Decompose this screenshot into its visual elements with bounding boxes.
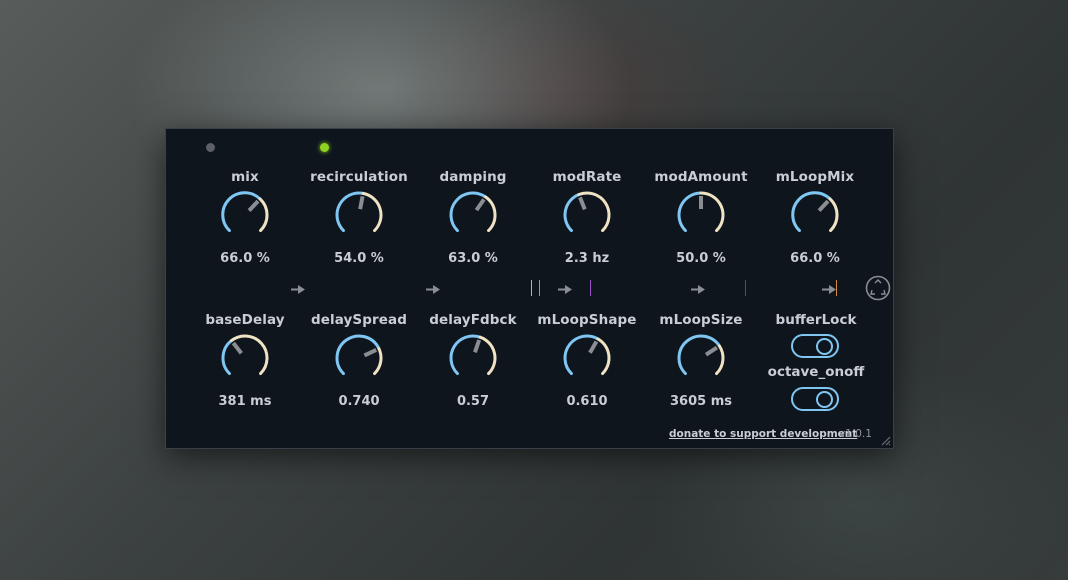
arrow-right-icon (426, 285, 440, 294)
marker-tick (590, 280, 591, 296)
knob-dial[interactable] (447, 189, 499, 241)
arrow-right-icon (822, 285, 836, 294)
octave-onoff-toggle[interactable] (791, 387, 839, 411)
knob-dial[interactable] (561, 189, 613, 241)
knob-value: 50.0 % (676, 251, 726, 266)
knob-pointer (363, 348, 378, 358)
knob-modamount[interactable]: modAmount 50.0 % (651, 169, 751, 279)
status-led-on (320, 143, 329, 152)
knob-dial[interactable] (447, 332, 499, 384)
knob-dial[interactable] (219, 332, 271, 384)
knob-label: delaySpread (310, 312, 407, 328)
knob-pointer (588, 340, 599, 354)
knob-mloopshape[interactable]: mLoopShape 0.610 (537, 312, 637, 422)
knob-dial[interactable] (333, 189, 385, 241)
knob-dial[interactable] (333, 332, 385, 384)
knob-pointer (578, 196, 587, 211)
knob-mloopsize[interactable]: mLoopSize 3605 ms (651, 312, 751, 422)
knob-value: 0.57 (456, 394, 490, 409)
knob-label: delayFdbck (429, 312, 517, 328)
knob-arc-inactive (577, 191, 611, 233)
knob-arc-inactive (596, 337, 611, 376)
knob-arc-active (335, 191, 365, 233)
knob-label: recirculation (310, 169, 408, 185)
knob-arc-active (563, 334, 600, 376)
knob-label: damping (439, 169, 507, 185)
knob-arc-inactive (258, 197, 269, 233)
knob-value: 63.0 % (448, 251, 498, 266)
knob-pointer (474, 198, 486, 212)
knob-label: mLoopMix (775, 169, 855, 185)
knob-pointer (817, 199, 830, 212)
knob-arc-inactive (828, 197, 839, 233)
knob-arc-active (335, 334, 381, 376)
knob-arc-inactive (715, 344, 725, 376)
knob-delayfdbck[interactable]: delayFdbck 0.57 (423, 312, 523, 422)
knob-arc-active (563, 193, 581, 233)
marker-tick (531, 280, 532, 296)
knob-pointer (473, 339, 482, 353)
arrow-right-icon (291, 285, 305, 294)
knob-arc-active (677, 191, 703, 233)
donate-link[interactable]: donate to support development (669, 428, 857, 440)
knob-pointer (247, 199, 260, 212)
knob-value: 3605 ms (670, 394, 732, 409)
knob-basedelay[interactable]: baseDelay 381 ms (195, 312, 295, 422)
knob-arc-active (677, 334, 721, 376)
knob-modrate[interactable]: modRate 2.3 hz (537, 169, 637, 279)
knob-arc-inactive (361, 191, 383, 233)
knob-label: mLoopSize (659, 312, 743, 328)
recycle-icon[interactable] (865, 275, 891, 301)
marker-tick (539, 280, 540, 296)
knob-delayspread[interactable]: delaySpread 0.740 (309, 312, 409, 422)
arrow-right-icon (691, 285, 705, 294)
knob-dial[interactable] (675, 332, 727, 384)
knob-arc-active (791, 191, 832, 233)
knob-pointer (231, 341, 243, 355)
knob-value: 2.3 hz (564, 251, 610, 266)
knob-value: 0.610 (566, 394, 608, 409)
toggle-knob (816, 390, 833, 408)
knob-label: modRate (552, 169, 622, 185)
knob-arc-inactive (484, 195, 497, 233)
knob-label: mLoopShape (537, 312, 637, 328)
knob-value: 0.740 (338, 394, 380, 409)
knob-label: baseDelay (205, 312, 285, 328)
knob-dial[interactable] (219, 189, 271, 241)
knob-value: 381 ms (218, 394, 272, 409)
arrow-right-icon (558, 285, 572, 294)
knob-arc-active (221, 191, 262, 233)
plugin-panel: mix 66.0 % recirculation 54.0 % damping … (165, 128, 894, 449)
knob-value: 66.0 % (220, 251, 270, 266)
knob-arc-active (221, 339, 234, 376)
knob-pointer (358, 195, 365, 210)
knob-value: 66.0 % (790, 251, 840, 266)
knob-dial[interactable] (789, 189, 841, 241)
octave-onoff-label: octave_onoff (767, 364, 865, 380)
toggle-knob (816, 337, 833, 355)
version-label: v1.0.1 (839, 428, 872, 440)
bufferlock-toggle[interactable] (791, 334, 839, 358)
knob-arc-active (449, 191, 488, 233)
status-led-off (206, 143, 215, 152)
marker-tick (745, 280, 746, 296)
knob-arc-inactive (230, 334, 269, 376)
knob-damping[interactable]: damping 63.0 % (423, 169, 523, 279)
marker-tick (836, 280, 837, 296)
knob-label: mix (231, 169, 259, 185)
knob-arc-inactive (478, 335, 497, 376)
knob-mloopmix[interactable]: mLoopMix 66.0 % (765, 169, 865, 279)
knob-pointer (704, 345, 718, 357)
resize-grip-icon[interactable] (879, 434, 891, 446)
knob-value: 54.0 % (334, 251, 384, 266)
knob-recirculation[interactable]: recirculation 54.0 % (309, 169, 409, 279)
knob-label: modAmount (654, 169, 748, 185)
knob-arc-active (449, 334, 482, 376)
bufferlock-label: bufferLock (775, 312, 857, 328)
knob-arc-inactive (699, 191, 725, 233)
knob-dial[interactable] (675, 189, 727, 241)
knob-dial[interactable] (561, 332, 613, 384)
knob-mix[interactable]: mix 66.0 % (195, 169, 295, 279)
